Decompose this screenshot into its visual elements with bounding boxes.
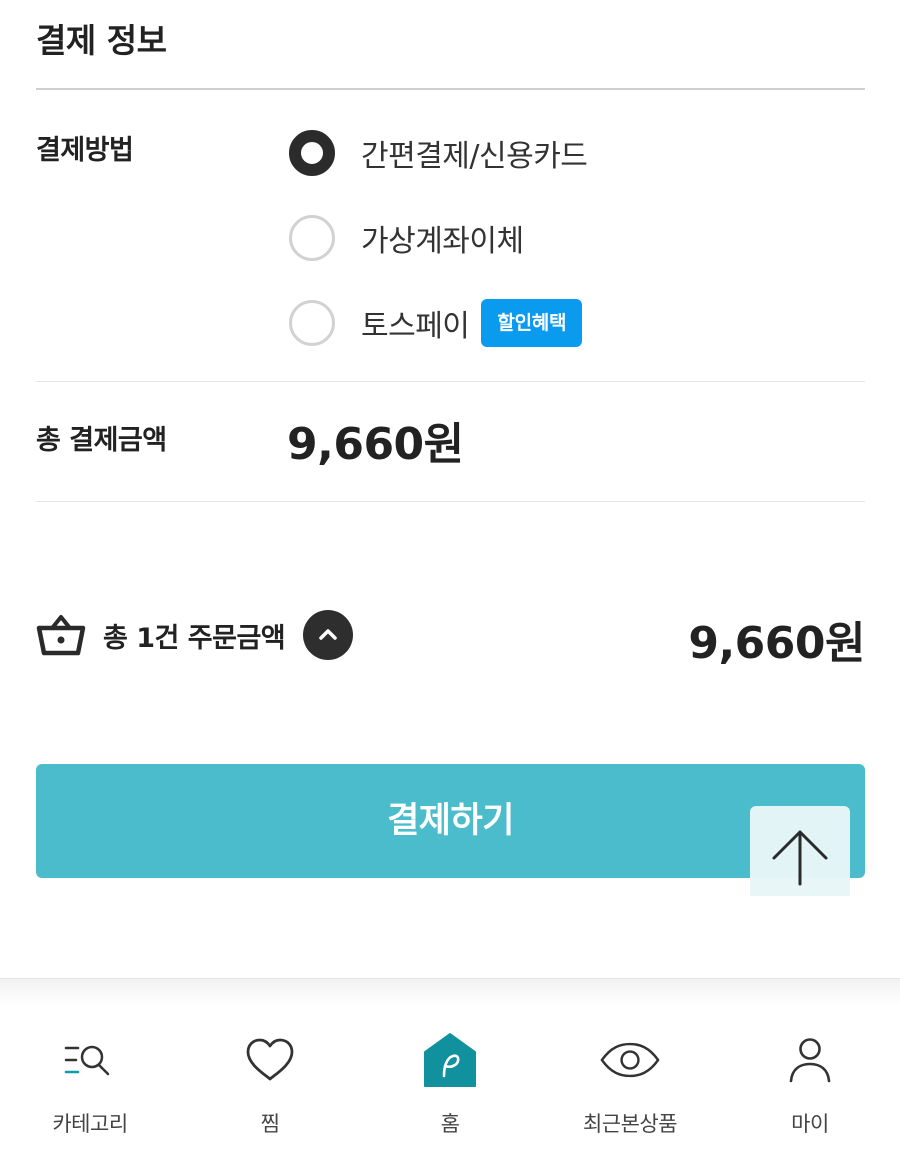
pay-button[interactable]: 결제하기 — [36, 764, 865, 878]
payment-option-card[interactable]: 간편결제/신용카드 — [289, 128, 588, 178]
basket-icon — [36, 613, 86, 657]
person-icon — [780, 1032, 840, 1088]
home-icon — [420, 1032, 480, 1088]
discount-badge: 할인혜택 — [481, 299, 583, 347]
section-title: 결제 정보 — [36, 21, 167, 60]
arrow-up-icon — [768, 806, 832, 890]
order-count-label: 총 1건 주문금액 — [103, 622, 286, 654]
payment-option-label: 토스페이 — [361, 309, 470, 344]
payment-option-tosspay[interactable]: 토스페이 할인혜택 — [289, 298, 583, 348]
radio-tosspay[interactable] — [289, 300, 335, 346]
nav-item-my[interactable]: 마이 — [720, 1006, 900, 1155]
title-divider — [36, 88, 865, 90]
radio-card[interactable] — [289, 130, 335, 176]
order-amount: 9,660원 — [688, 618, 865, 669]
bottom-nav: 카테고리 찜 홈 최근본상품 마이 — [0, 1006, 900, 1155]
payment-option-label: 가상계좌이체 — [361, 224, 524, 259]
radio-virtual-account[interactable] — [289, 215, 335, 261]
nav-label-wishlist: 찜 — [260, 1112, 280, 1136]
heart-icon — [240, 1032, 300, 1088]
category-search-icon — [60, 1032, 120, 1088]
order-summary: 총 1건 주문금액 9,660원 — [36, 605, 865, 669]
payment-method-label: 결제방법 — [36, 135, 134, 166]
nav-label-my: 마이 — [791, 1112, 829, 1136]
divider — [36, 501, 865, 502]
total-payment-amount: 9,660원 — [287, 419, 464, 470]
nav-item-recent[interactable]: 최근본상품 — [540, 1006, 720, 1155]
payment-option-label: 간편결제/신용카드 — [361, 139, 588, 174]
scroll-to-top-button[interactable] — [750, 806, 850, 896]
expand-order-button[interactable] — [303, 610, 354, 660]
eye-icon — [600, 1032, 660, 1088]
nav-label-recent: 최근본상품 — [582, 1112, 678, 1136]
payment-page: 결제 정보 결제방법 간편결제/신용카드 가상계좌이체 토스페이 할인혜택 총 … — [0, 0, 900, 1155]
payment-option-virtual-account[interactable]: 가상계좌이체 — [289, 213, 524, 263]
nav-label-home: 홈 — [440, 1112, 460, 1136]
nav-item-home[interactable]: 홈 — [360, 1006, 540, 1155]
nav-item-wishlist[interactable]: 찜 — [180, 1006, 360, 1155]
nav-label-category: 카테고리 — [52, 1112, 128, 1136]
total-payment-label: 총 결제금액 — [36, 425, 167, 456]
chevron-up-icon — [318, 626, 338, 645]
nav-item-category[interactable]: 카테고리 — [0, 1006, 180, 1155]
divider — [36, 381, 865, 382]
nav-divider — [0, 978, 900, 1007]
